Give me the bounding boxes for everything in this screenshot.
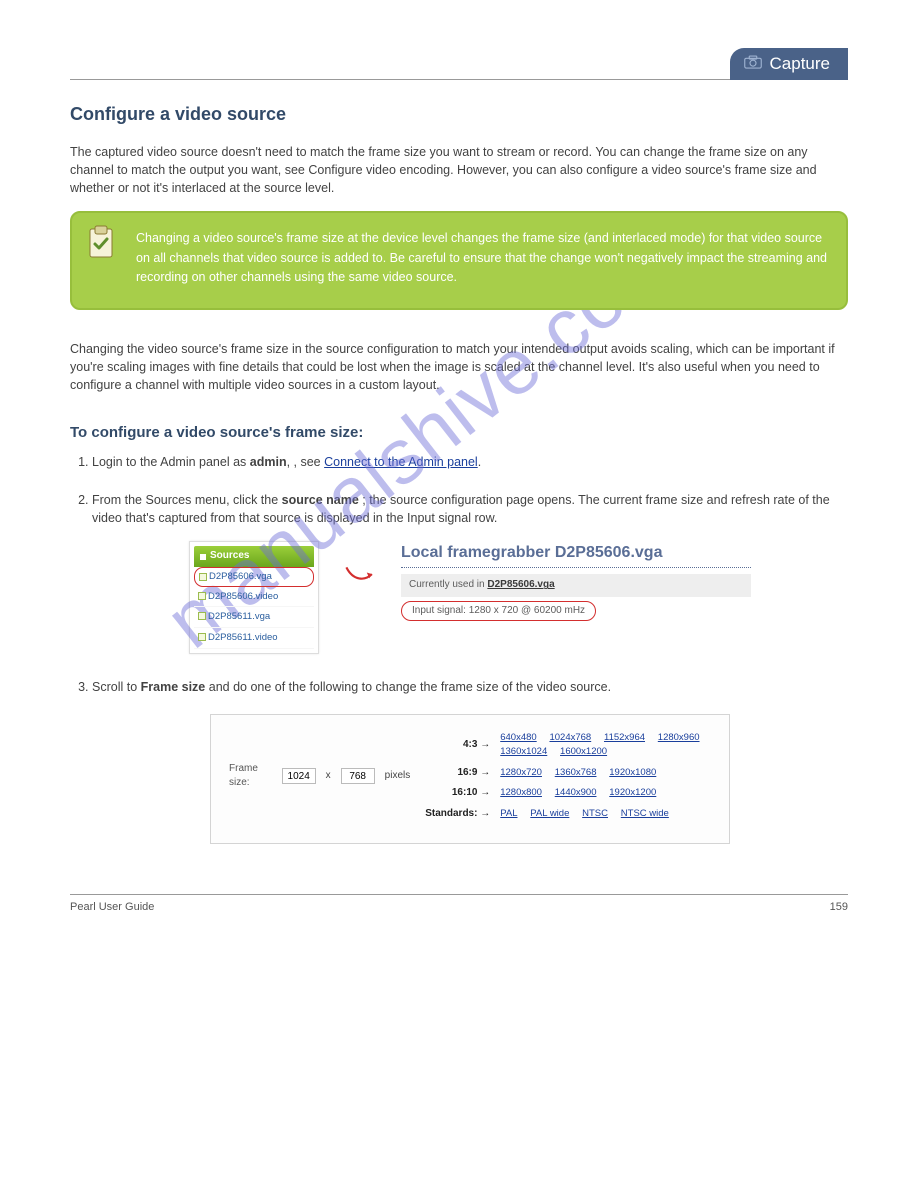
step3-bold: Frame size [141, 680, 206, 694]
preset-link[interactable]: 1360x768 [555, 767, 597, 778]
preset-link[interactable]: PAL wide [530, 808, 569, 819]
capture-badge-label: Capture [770, 54, 830, 74]
step2-bold: source name [282, 493, 359, 507]
ratio-label: 16:9 → [420, 766, 490, 781]
capture-badge: Capture [730, 48, 848, 80]
step1-role: admin [250, 455, 287, 469]
camera-icon [744, 54, 762, 74]
figure-frame-size: Frame size: x pixels 4:3 → 640x480 1024x… [210, 714, 730, 845]
sources-list: D2P85606.vga D2P85606.video D2P85611.vga… [194, 567, 314, 649]
preset-row-standards: Standards: → PAL PAL wide NTSC NTSC wide [420, 807, 711, 822]
sources-header: Sources [194, 546, 314, 567]
procedure-heading: To configure a video source's frame size… [70, 424, 848, 441]
source-item[interactable]: D2P85606.video [194, 587, 314, 608]
preset-link[interactable]: 1280x960 [658, 732, 700, 743]
frame-height-input[interactable] [341, 768, 375, 784]
preset-link[interactable]: 1280x720 [500, 767, 542, 778]
square-bullet-icon [200, 554, 206, 560]
step2-lead: From the Sources menu, click the [92, 493, 282, 507]
used-in-value[interactable]: D2P85606.vga [487, 579, 554, 590]
source-item[interactable]: D2P85611.video [194, 628, 314, 649]
step1-lead: Login to the Admin panel as [92, 455, 246, 469]
preset-link[interactable]: 1024x768 [549, 732, 591, 743]
preset-link[interactable]: 1920x1080 [609, 767, 656, 778]
preset-row-4-3: 4:3 → 640x480 1024x768 1152x964 1280x960… [420, 731, 711, 760]
step-1: Login to the Admin panel as admin, , see… [92, 453, 848, 471]
preset-list: 4:3 → 640x480 1024x768 1152x964 1280x960… [420, 731, 711, 822]
framegrabber-panel: Local framegrabber D2P85606.vga Currentl… [401, 541, 751, 621]
intro-paragraph: The captured video source doesn't need t… [70, 143, 848, 197]
used-in-row: Currently used in D2P85606.vga [401, 574, 751, 597]
source-item[interactable]: D2P85611.vga [194, 607, 314, 628]
ratio-label: Standards: → [420, 807, 490, 822]
arrow-curve-icon [343, 560, 377, 595]
procedure-steps: Login to the Admin panel as admin, , see… [92, 453, 848, 845]
ratio-label: 4:3 → [420, 738, 490, 753]
footer-left: Pearl User Guide [70, 901, 154, 913]
top-bar: Capture [70, 40, 848, 80]
preset-link[interactable]: 1280x800 [500, 787, 542, 798]
preset-link[interactable]: 1920x1200 [609, 787, 656, 798]
sources-panel: Sources D2P85606.vga D2P85606.video D2P8… [189, 541, 319, 654]
clipboard-check-icon [86, 225, 116, 259]
page-footer: Pearl User Guide 159 [0, 895, 918, 913]
times-symbol: x [326, 769, 331, 784]
step1-link[interactable]: Connect to the Admin panel [324, 455, 478, 469]
footer-page-number: 159 [830, 901, 848, 913]
sources-header-label: Sources [210, 549, 249, 564]
note-box: Changing a video source's frame size at … [70, 211, 848, 309]
source-item-selected[interactable]: D2P85606.vga [194, 567, 314, 587]
step1-tail: , see [294, 455, 321, 469]
preset-link[interactable]: 1440x900 [555, 787, 597, 798]
para2: Changing the video source's frame size i… [70, 340, 848, 394]
frame-width-input[interactable] [282, 768, 316, 784]
used-in-label: Currently used in [409, 579, 487, 590]
step-3: Scroll to Frame size and do one of the f… [92, 678, 848, 845]
preset-row-16-9: 16:9 → 1280x720 1360x768 1920x1080 [420, 766, 711, 781]
preset-link[interactable]: 1600x1200 [560, 746, 607, 757]
step3-lead: Scroll to [92, 680, 137, 694]
section-title: Configure a video source [70, 104, 848, 125]
step3-tail: and do one of the following to change th… [209, 680, 611, 694]
note-text: Changing a video source's frame size at … [136, 229, 828, 287]
preset-link[interactable]: 1360x1024 [500, 746, 547, 757]
preset-link[interactable]: 1152x964 [604, 732, 645, 743]
figure-sources-framegrabber: Sources D2P85606.vga D2P85606.video D2P8… [92, 541, 848, 654]
preset-link[interactable]: 640x480 [500, 732, 536, 743]
step-2: From the Sources menu, click the source … [92, 491, 848, 654]
preset-link[interactable]: PAL [500, 808, 517, 819]
preset-link[interactable]: NTSC wide [621, 808, 669, 819]
frame-size-label: Frame size: [229, 762, 272, 791]
framegrabber-title: Local framegrabber D2P85606.vga [401, 541, 751, 568]
preset-link[interactable]: NTSC [582, 808, 608, 819]
ratio-label: 16:10 → [420, 786, 490, 801]
preset-row-16-10: 16:10 → 1280x800 1440x900 1920x1200 [420, 786, 711, 801]
input-signal-row: Input signal: 1280 x 720 @ 60200 mHz [401, 601, 596, 622]
pixels-label: pixels [385, 769, 411, 784]
